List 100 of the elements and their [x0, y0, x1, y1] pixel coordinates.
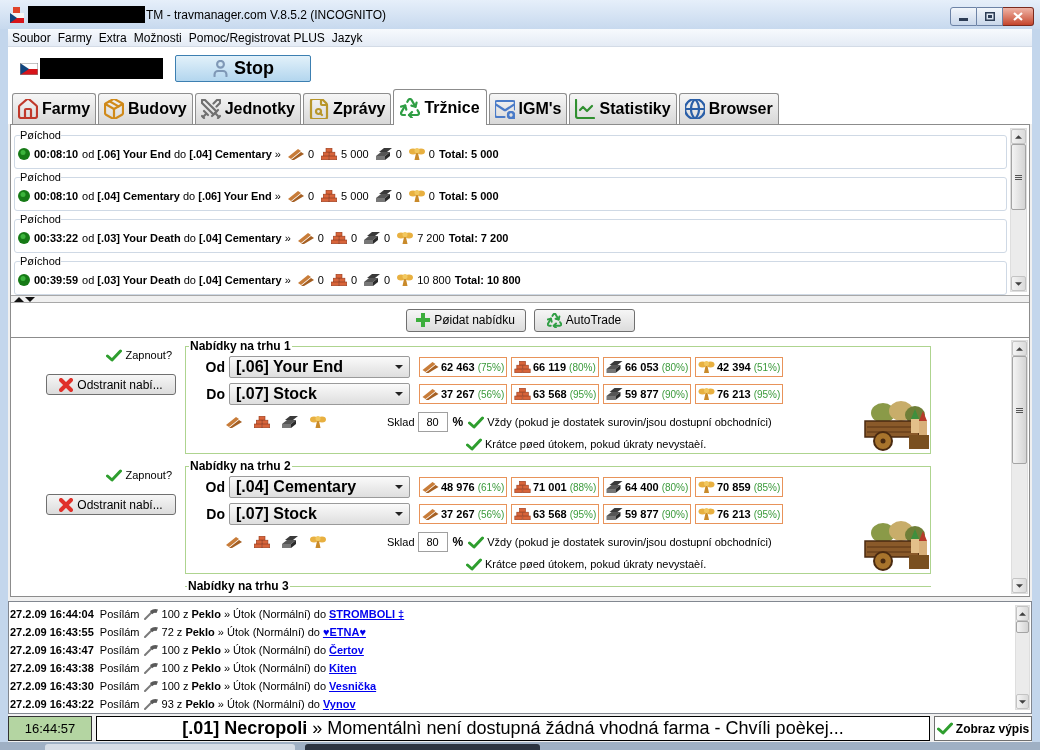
- log-timestamp: 27.2.09 16:43:22: [10, 696, 94, 712]
- scroll-down-button[interactable]: [1011, 276, 1026, 291]
- logs-icon: [422, 481, 439, 493]
- caret-down-icon: [395, 512, 403, 516]
- check-icon[interactable]: [468, 415, 485, 429]
- wheat-icon: [408, 190, 425, 202]
- target-link[interactable]: STROMBOLI ‡: [329, 605, 405, 623]
- log-detail: 100 z Peklo » Útok (Normální) do: [161, 660, 327, 676]
- box-icon: [104, 99, 125, 119]
- group-title: Nabídky na trhu 2: [189, 460, 292, 473]
- up-triangle-icon[interactable]: [14, 296, 24, 302]
- scrollbar[interactable]: [1011, 340, 1028, 594]
- check-icon[interactable]: [105, 348, 122, 362]
- scrollbar-thumb[interactable]: [1012, 356, 1027, 464]
- target-link[interactable]: Vynov: [322, 695, 356, 713]
- minimize-button[interactable]: [950, 7, 977, 26]
- scrollbar[interactable]: [1015, 605, 1030, 710]
- tab[interactable]: IGM's: [488, 93, 568, 124]
- check-icon[interactable]: [468, 535, 485, 549]
- recycle-arrows-icon: [546, 312, 562, 328]
- bricks-icon: [514, 508, 531, 520]
- scroll-down-button[interactable]: [1012, 578, 1027, 593]
- wheat-icon: [397, 232, 414, 244]
- percent-sign: %: [452, 534, 464, 551]
- group-title: Pøíchod: [20, 171, 61, 183]
- village-dropdown[interactable]: [.07] Stock: [229, 503, 410, 525]
- resource-amount: 59 877: [625, 506, 659, 522]
- village-dropdown[interactable]: [.06] Your End: [229, 356, 410, 378]
- ingots-icon: [375, 190, 392, 202]
- caret-down-icon: [395, 485, 403, 489]
- tab[interactable]: Browser: [678, 93, 779, 124]
- option-label: Zapnout?: [125, 347, 172, 363]
- scrollbar[interactable]: [1010, 128, 1027, 292]
- merchant-cart-drawing: [863, 521, 929, 571]
- clock-display: 16:44:57: [8, 716, 92, 741]
- scroll-up-button[interactable]: [1012, 341, 1027, 356]
- scroll-down-button[interactable]: [1016, 694, 1029, 709]
- tab[interactable]: Statistiky: [569, 93, 677, 124]
- resource-percent: (56%): [477, 387, 505, 402]
- resource-amount: 48 976: [441, 479, 475, 495]
- tab[interactable]: Zprávy: [302, 93, 392, 124]
- remove-offer-button[interactable]: Odstranit nabí...: [46, 494, 176, 515]
- check-icon: [936, 722, 953, 735]
- maximize-button[interactable]: [977, 7, 1003, 26]
- menu-item[interactable]: Možnosti: [133, 30, 182, 45]
- ingots-icon: [606, 361, 623, 373]
- ingots-icon: [364, 274, 381, 286]
- target-link[interactable]: Kiten: [329, 659, 357, 677]
- scrollbar-thumb[interactable]: [1011, 144, 1026, 210]
- ingots-icon: [364, 232, 381, 244]
- arrival-total: Total: 7 200: [448, 230, 509, 246]
- storage-input[interactable]: 80: [417, 412, 448, 432]
- village-dropdown[interactable]: [.04] Cementary: [229, 476, 410, 498]
- scroll-up-button[interactable]: [1016, 606, 1029, 621]
- resource-amount: 5 000: [341, 146, 369, 162]
- close-button[interactable]: [1003, 7, 1034, 26]
- arrival-time: 00:39:59: [34, 272, 79, 288]
- menu-item[interactable]: Jazyk: [331, 30, 363, 45]
- option-label: Vždy (pokud je dostatek surovin/jsou dostupní obchodníci): [487, 414, 772, 430]
- scroll-up-button[interactable]: [1011, 129, 1026, 144]
- wheat-icon: [397, 274, 414, 286]
- village-dropdown[interactable]: [.07] Stock: [229, 383, 410, 405]
- check-icon[interactable]: [466, 437, 482, 451]
- add-offer-button[interactable]: Pøidat nabídku: [405, 308, 526, 332]
- autotrade-button[interactable]: AutoTrade: [533, 308, 635, 332]
- check-icon[interactable]: [105, 468, 122, 482]
- storage-input[interactable]: 80: [417, 532, 448, 552]
- stop-button[interactable]: Stop: [175, 55, 311, 82]
- target-link[interactable]: Vesnička: [329, 677, 377, 695]
- caret-down-icon: [395, 365, 403, 369]
- restore-icon: [984, 12, 995, 21]
- logs-icon: [288, 148, 304, 160]
- menu-item[interactable]: Farmy: [57, 30, 92, 45]
- club-icon: [143, 680, 158, 692]
- log-verb: Posílám: [99, 660, 140, 676]
- resource-amount: 76 213: [717, 386, 751, 402]
- group-title: Pøíchod: [20, 255, 61, 267]
- remove-offer-button[interactable]: Odstranit nabí...: [46, 374, 176, 395]
- tab[interactable]: Budovy: [98, 93, 193, 124]
- resource-amount: 0: [350, 230, 358, 246]
- bricks-icon: [514, 481, 531, 493]
- log-verb: Posílám: [99, 606, 140, 622]
- tab[interactable]: Farmy: [12, 93, 97, 124]
- log-detail: 100 z Peklo » Útok (Normální) do: [161, 606, 327, 622]
- scrollbar-thumb[interactable]: [1016, 621, 1029, 633]
- recycle-arrows-icon: [400, 97, 421, 118]
- tab[interactable]: Tržnice: [393, 89, 487, 125]
- down-triangle-icon[interactable]: [25, 296, 35, 302]
- arrival-total: Total: 10 800: [454, 272, 521, 288]
- target-link[interactable]: Čertov: [329, 641, 364, 659]
- menu-item[interactable]: Extra: [98, 30, 127, 45]
- menu-item[interactable]: Pomoc/Registrovat PLUS: [188, 30, 325, 45]
- tab[interactable]: Jednotky: [194, 93, 301, 124]
- target-link[interactable]: ♥ETNA♥: [322, 623, 366, 641]
- check-icon[interactable]: [466, 557, 482, 571]
- resource-amount: 0: [317, 230, 324, 246]
- globe-icon: [684, 99, 705, 119]
- menu-item[interactable]: Soubor: [12, 30, 51, 45]
- show-log-button[interactable]: Zobraz výpis: [934, 716, 1032, 741]
- line-chart-icon: [575, 99, 596, 119]
